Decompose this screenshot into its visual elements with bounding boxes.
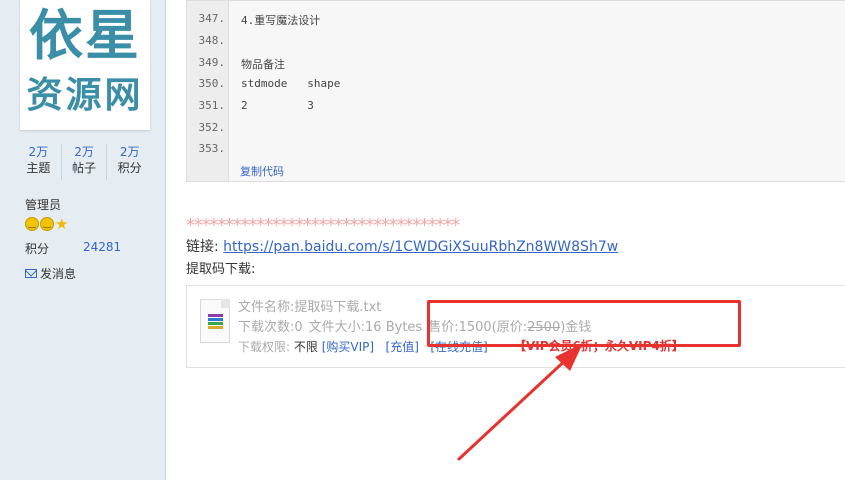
stat-posts-value: 2万 bbox=[74, 145, 94, 159]
stat-points-value: 2万 bbox=[119, 145, 140, 159]
rank-icons: ‿ ‿ ★ bbox=[25, 217, 68, 233]
stat-posts[interactable]: 2万 帖子 bbox=[60, 144, 107, 180]
star-icon: ★ bbox=[55, 215, 69, 233]
send-message-link[interactable]: 发消息 bbox=[25, 265, 76, 282]
stat-threads-label: 主题 bbox=[26, 161, 51, 175]
stat-points[interactable]: 2万 积分 bbox=[106, 144, 152, 180]
line-number: 352. bbox=[198, 121, 226, 134]
code-text: stdmode shape bbox=[241, 77, 341, 90]
archive-icon bbox=[208, 314, 223, 329]
copy-code-button[interactable]: 复制代码 bbox=[240, 163, 284, 179]
stat-posts-label: 帖子 bbox=[72, 161, 97, 175]
download-count: 下载次数:0 bbox=[238, 320, 303, 335]
annotation-highlight-box bbox=[427, 300, 741, 347]
user-stats: 2万 主题 2万 帖子 2万 积分 bbox=[16, 144, 152, 180]
line-number: 348. bbox=[198, 34, 226, 47]
points-label: 积分 bbox=[25, 242, 50, 256]
stat-threads[interactable]: 2万 主题 bbox=[16, 144, 61, 180]
line-number: 353. bbox=[198, 142, 226, 155]
recharge-link[interactable]: [充值] bbox=[386, 340, 419, 354]
stat-points-label: 积分 bbox=[117, 161, 142, 175]
send-message-label: 发消息 bbox=[40, 267, 77, 281]
line-number: 350. bbox=[198, 77, 226, 90]
permission-value: 不限 bbox=[293, 340, 318, 354]
code-text: 2 3 bbox=[241, 99, 314, 112]
code-block: 347. 4.重写魔法设计 348. 349. 物品备注 350. stdmod… bbox=[186, 0, 845, 182]
buy-vip-link[interactable]: [购买VIP] bbox=[322, 340, 374, 354]
stat-threads-value: 2万 bbox=[28, 145, 49, 159]
permission-label: 下载权限: bbox=[238, 340, 294, 354]
avatar-text-line1: 依星 bbox=[29, 4, 141, 67]
share-link[interactable]: https://pan.baidu.com/s/1CWDGiXSuuRbhZn8… bbox=[223, 239, 618, 255]
archive-file-icon[interactable] bbox=[200, 299, 230, 343]
code-text: 物品备注 bbox=[241, 58, 285, 71]
avatar-text-line2: 资源网 bbox=[26, 75, 144, 116]
smiley-icon: ‿ bbox=[40, 217, 54, 231]
code-text: 4.重写魔法设计 bbox=[241, 14, 321, 27]
line-number: 347. bbox=[198, 12, 226, 25]
user-role[interactable]: 管理员 bbox=[25, 196, 61, 213]
code-download-title: 提取码下载: bbox=[186, 262, 256, 277]
user-points: 积分 24281 bbox=[25, 240, 121, 257]
user-sidebar: 依星 资源网 2万 主题 2万 帖子 2万 积分 管理员 ‿ ‿ ★ 积分 24… bbox=[0, 0, 166, 480]
link-label: 链接: bbox=[186, 239, 224, 255]
page-fold bbox=[221, 299, 230, 308]
line-number: 349. bbox=[198, 56, 226, 69]
file-size: 文件大小:16 Bytes bbox=[308, 320, 423, 335]
mail-icon bbox=[25, 269, 37, 278]
points-value: 24281 bbox=[83, 240, 122, 254]
avatar[interactable]: 依星 资源网 bbox=[20, 0, 150, 130]
file-name[interactable]: 文件名称:提取码下载.txt bbox=[238, 296, 381, 315]
divider-stars: *********************************** bbox=[186, 215, 460, 236]
line-number: 351. bbox=[198, 99, 226, 112]
smiley-icon: ‿ bbox=[25, 217, 39, 231]
link-row: 链接: https://pan.baidu.com/s/1CWDGiXSuuRb… bbox=[186, 236, 618, 256]
